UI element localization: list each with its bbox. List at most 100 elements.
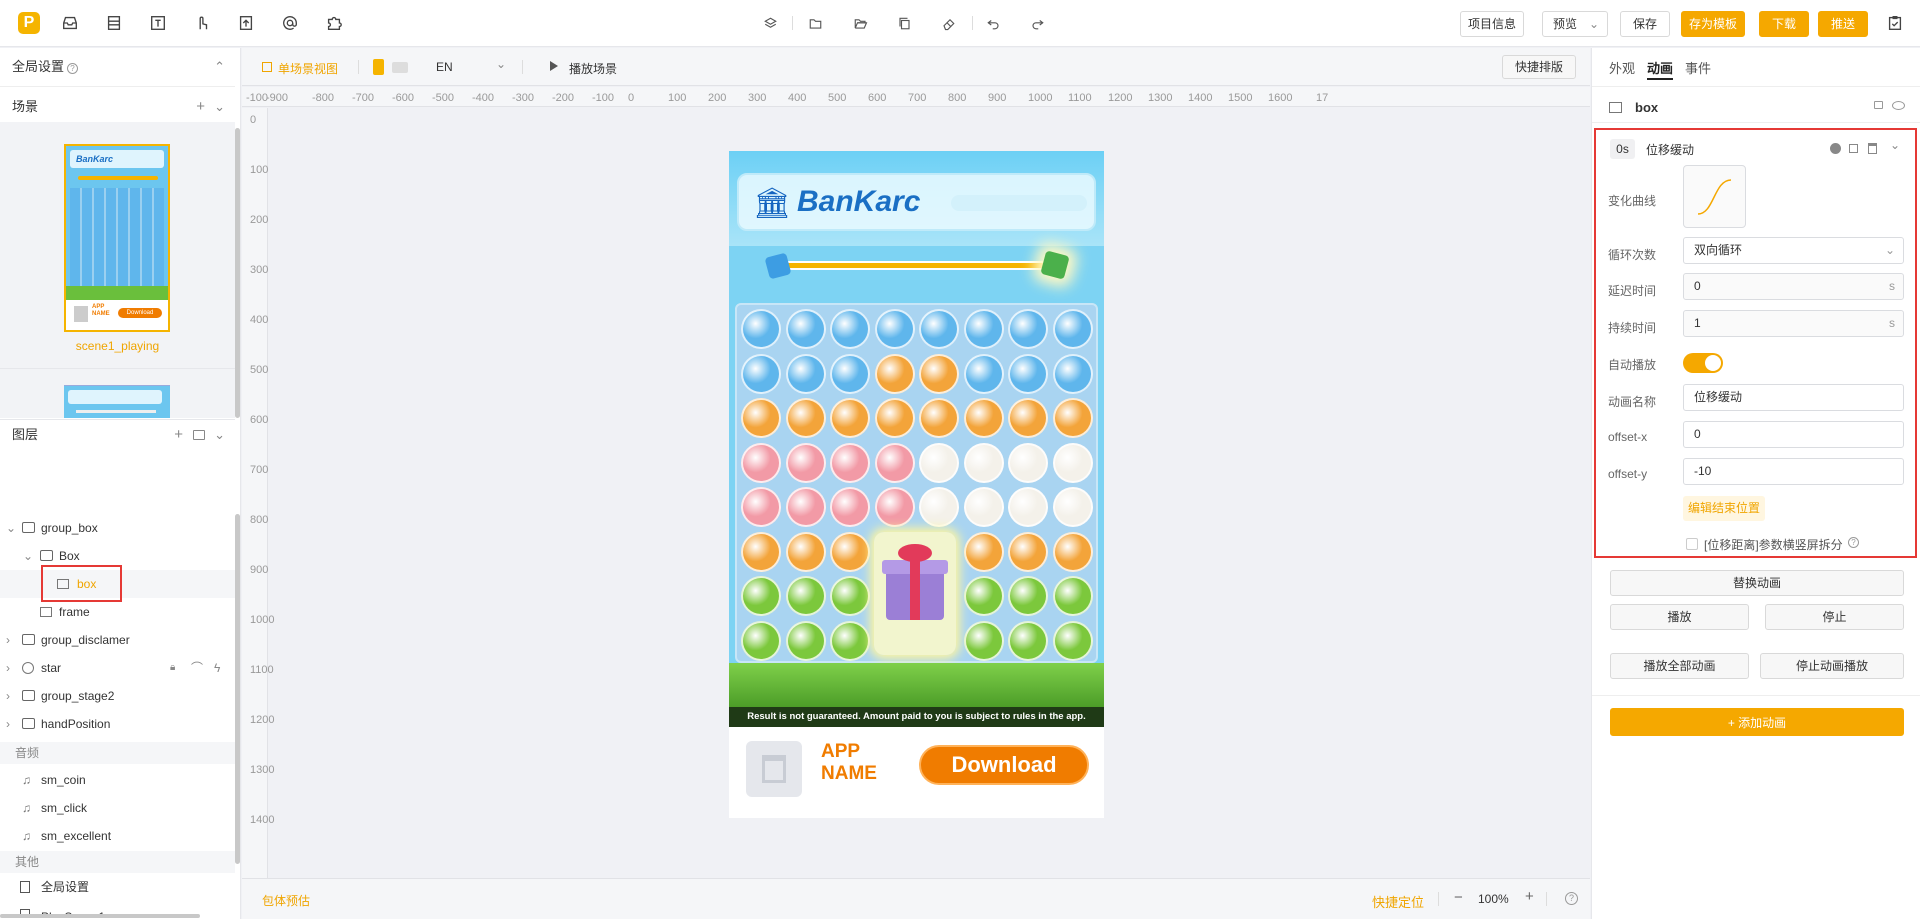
redo-icon[interactable]	[1027, 13, 1047, 33]
add-animation-button[interactable]: + 添加动画	[1610, 708, 1904, 736]
lock-icon[interactable]	[1874, 101, 1883, 109]
chevron-down-icon[interactable]: ⌄	[6, 514, 22, 542]
help-icon[interactable]: ?	[1565, 892, 1578, 905]
clipboard-check-icon[interactable]	[1883, 11, 1907, 35]
layer-frame[interactable]: frame	[0, 598, 235, 626]
tab-appearance[interactable]: 外观	[1609, 58, 1635, 77]
chevron-down-icon[interactable]: ⌄	[214, 420, 225, 450]
stop-button[interactable]: 停止	[1765, 604, 1904, 630]
duration-input[interactable]: 1s	[1683, 310, 1904, 337]
folder-open-icon[interactable]	[850, 13, 870, 33]
chevron-right-icon[interactable]: ›	[6, 654, 22, 682]
stop-animation-playback-button[interactable]: 停止动画播放	[1760, 653, 1904, 679]
zoom-in-icon[interactable]: +	[1525, 888, 1534, 905]
help-icon[interactable]: ?	[1848, 537, 1859, 548]
layers-icon[interactable]	[760, 13, 780, 33]
save-as-template-button[interactable]: 存为模板	[1681, 11, 1745, 37]
tile-frog	[1008, 620, 1048, 661]
other-item-play-scene[interactable]: PlayScene1	[0, 901, 235, 915]
chevron-down-icon[interactable]: ⌄	[23, 542, 39, 570]
zoom-level[interactable]: 100%	[1478, 892, 1509, 906]
add-folder-icon[interactable]	[193, 430, 205, 440]
inbox-icon[interactable]	[58, 11, 82, 35]
split-param-checkbox[interactable]	[1686, 538, 1698, 550]
layer-group-stage2[interactable]: › group_stage2	[0, 682, 235, 710]
play-button[interactable]: 播放	[1610, 604, 1749, 630]
add-icon[interactable]: +	[196, 92, 205, 122]
delay-input[interactable]: 0s	[1683, 273, 1904, 300]
audio-item[interactable]: ♫ sm_click	[0, 794, 235, 822]
hand-pointer-icon[interactable]	[190, 11, 214, 35]
push-button[interactable]: 推送	[1818, 11, 1868, 37]
audio-item[interactable]: ♫ sm_coin	[0, 766, 235, 794]
play-all-animations-button[interactable]: 播放全部动画	[1610, 653, 1749, 679]
scene-scrollbar[interactable]	[235, 128, 240, 418]
landscape-toggle[interactable]	[392, 62, 408, 73]
text-icon[interactable]	[146, 11, 170, 35]
puzzle-icon[interactable]	[322, 11, 346, 35]
tab-animation[interactable]: 动画	[1647, 58, 1673, 77]
lightning-icon[interactable]: ϟ	[214, 654, 220, 682]
portrait-toggle[interactable]	[373, 59, 384, 75]
project-info-button[interactable]: 项目信息	[1460, 11, 1524, 37]
package-size-estimate[interactable]: 包体预估	[262, 892, 310, 909]
quick-layout-button[interactable]: 快捷排版	[1502, 55, 1576, 79]
layer-group-box[interactable]: ⌄ group_box	[0, 514, 235, 542]
horizontal-scrollbar[interactable]	[0, 914, 200, 918]
tile-tiger	[919, 353, 959, 394]
layer-star[interactable]: › star 🔒︎ ⌒ ϟ	[0, 654, 235, 682]
lock-icon[interactable]: 🔒︎	[170, 654, 175, 682]
eraser-icon[interactable]	[938, 13, 958, 33]
scene-name-label[interactable]: scene1_playing	[0, 339, 235, 353]
anim-name-input[interactable]: 位移缓动	[1683, 384, 1904, 411]
upload-file-icon[interactable]	[234, 11, 258, 35]
layer-handPosition[interactable]: › handPosition	[0, 710, 235, 738]
zoom-out-icon[interactable]: −	[1454, 889, 1463, 906]
download-button[interactable]: 下载	[1759, 11, 1809, 37]
chevron-right-icon[interactable]: ›	[6, 626, 22, 654]
trash-icon[interactable]	[1868, 143, 1877, 154]
download-cta-button[interactable]: Download	[919, 745, 1089, 785]
single-scene-view-button[interactable]: 单场景视图	[278, 60, 338, 77]
chevron-down-icon[interactable]: ⌄	[214, 92, 225, 122]
play-icon[interactable]	[550, 61, 558, 71]
undo-icon[interactable]	[983, 13, 1003, 33]
folder-icon[interactable]	[805, 13, 825, 33]
copy-icon[interactable]	[894, 13, 914, 33]
chevron-right-icon[interactable]: ›	[6, 682, 22, 710]
audio-item[interactable]: ♫ sm_excellent	[0, 822, 235, 850]
easing-curve-editor[interactable]	[1683, 165, 1746, 228]
copy-icon[interactable]	[1849, 144, 1858, 153]
loop-select[interactable]: 双向循环 ⌄	[1683, 237, 1904, 264]
layers-scrollbar[interactable]	[235, 514, 240, 864]
save-button[interactable]: 保存	[1620, 11, 1670, 37]
scene-thumbnail-scene1[interactable]: BanKarc APP NAME Download	[64, 144, 170, 332]
quick-locate-button[interactable]: 快捷定位	[1372, 892, 1424, 911]
at-icon[interactable]	[278, 11, 302, 35]
global-settings-header[interactable]: 全局设置? ⌃	[0, 52, 235, 82]
chevron-down-icon[interactable]: ⌄	[496, 57, 506, 71]
language-select[interactable]: EN	[436, 60, 453, 74]
add-icon[interactable]: +	[174, 420, 183, 450]
autoplay-toggle[interactable]	[1683, 353, 1723, 373]
selected-object-name: box	[1635, 100, 1659, 115]
replace-animation-button[interactable]: 替换动画	[1610, 570, 1904, 596]
offset-y-input[interactable]: -10	[1683, 458, 1904, 485]
eye-off-icon[interactable]: ⌒	[191, 654, 203, 682]
layout-icon[interactable]	[102, 11, 126, 35]
scene-thumbnail-2[interactable]	[64, 385, 170, 418]
tab-events[interactable]: 事件	[1685, 58, 1711, 77]
edit-end-position-button[interactable]: 编辑结束位置	[1683, 496, 1765, 521]
chevron-right-icon[interactable]: ›	[6, 710, 22, 738]
play-circle-icon[interactable]	[1830, 143, 1841, 154]
chevron-up-icon[interactable]: ⌃	[214, 52, 225, 82]
preview-dropdown[interactable]: 预览 ⌄	[1542, 11, 1608, 37]
ruler-tick-label: 1500	[1228, 92, 1253, 104]
eye-icon[interactable]	[1892, 101, 1905, 110]
app-logo[interactable]: P	[18, 12, 40, 34]
offset-x-input[interactable]: 0	[1683, 421, 1904, 448]
layer-group-disclamer[interactable]: › group_disclamer	[0, 626, 235, 654]
chevron-down-icon[interactable]: ⌄	[1890, 138, 1900, 152]
play-scene-button[interactable]: 播放场景	[569, 60, 617, 77]
other-item-global-settings[interactable]: 全局设置	[0, 873, 235, 901]
